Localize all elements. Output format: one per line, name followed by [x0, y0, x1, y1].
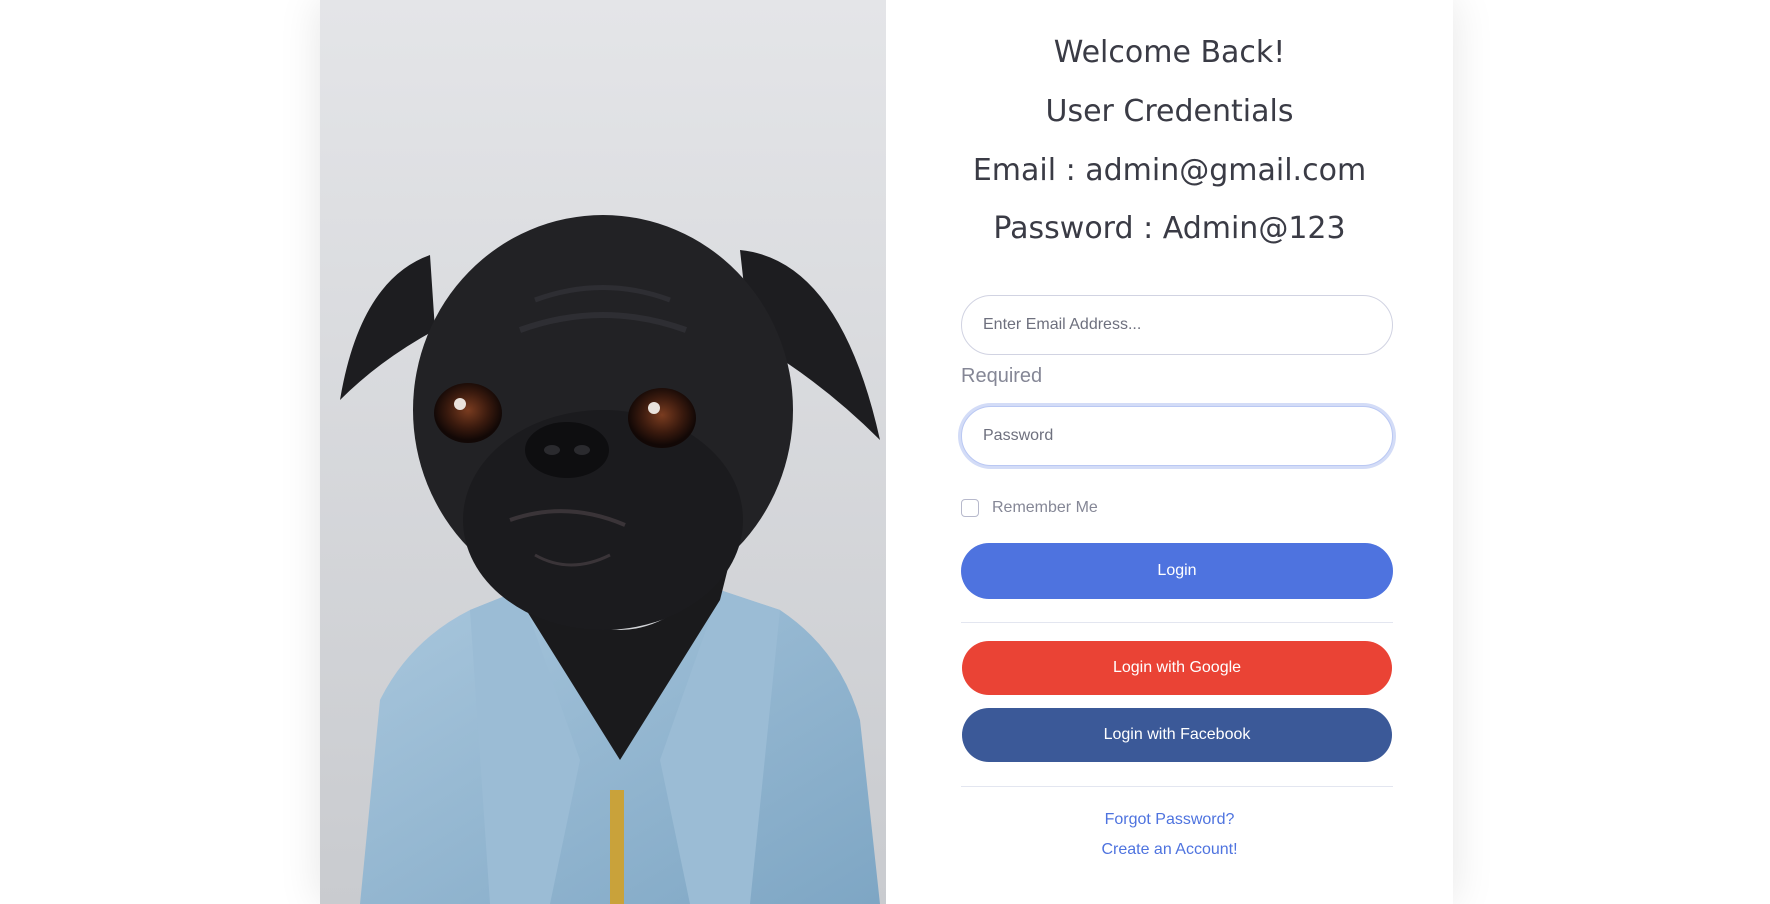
create-account-link[interactable]: Create an Account!: [886, 841, 1453, 859]
login-card: Welcome Back! User Credentials Email : a…: [320, 0, 1453, 904]
welcome-heading: Welcome Back!: [1053, 35, 1286, 70]
remember-me-label[interactable]: Remember Me: [992, 499, 1098, 517]
credentials-password: Password : Admin@123: [993, 211, 1346, 246]
remember-me-checkbox[interactable]: [961, 499, 979, 517]
credentials-title: User Credentials: [1045, 94, 1294, 129]
forgot-password-link[interactable]: Forgot Password?: [886, 811, 1453, 829]
login-google-button[interactable]: Login with Google: [962, 641, 1392, 695]
email-input[interactable]: [961, 295, 1393, 355]
password-input[interactable]: [961, 406, 1393, 466]
email-required-error: Required: [961, 365, 1043, 387]
login-button[interactable]: Login: [961, 543, 1393, 599]
credentials-email: Email : admin@gmail.com: [972, 153, 1367, 188]
login-form-column: Welcome Back! User Credentials Email : a…: [886, 0, 1453, 904]
pug-photo: [320, 0, 886, 904]
remember-me[interactable]: Remember Me: [961, 497, 1098, 519]
pug-illustration: [320, 0, 886, 904]
divider-bottom: [961, 786, 1393, 787]
login-facebook-button[interactable]: Login with Facebook: [962, 708, 1392, 762]
divider-top: [961, 622, 1393, 623]
